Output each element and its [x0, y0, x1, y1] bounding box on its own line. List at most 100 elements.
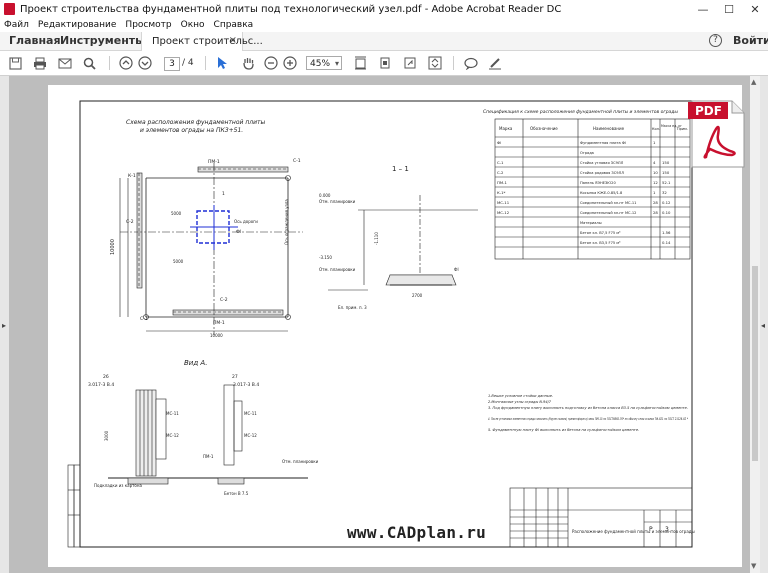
- vertical-scrollbar[interactable]: ▲ ▼: [750, 76, 760, 573]
- spec-cell: Материалы: [580, 221, 602, 225]
- left-panel-toggle[interactable]: ▸: [0, 76, 9, 573]
- window-title: Проект строительства фундаментной плиты …: [20, 3, 562, 15]
- label-pm1-view: ПМ-1: [203, 454, 214, 459]
- spec-header-mark: Марка: [499, 126, 513, 131]
- help-icon[interactable]: ?: [709, 34, 722, 47]
- menu-view[interactable]: Просмотр: [125, 20, 171, 30]
- pdf-file-icon: PDF: [688, 99, 746, 169]
- rotate-icon[interactable]: [402, 55, 418, 71]
- label-c2-bottom: С-2: [220, 297, 228, 303]
- spec-cell: Фl: [497, 140, 501, 145]
- next-page-icon[interactable]: [137, 55, 153, 71]
- label-ms12-left: МС-12: [166, 433, 179, 438]
- fit-width-icon[interactable]: [377, 55, 393, 71]
- stamp-sheet: 3: [665, 526, 669, 533]
- menu-file[interactable]: Файл: [4, 20, 29, 30]
- spec-cell: 4: [653, 160, 656, 165]
- label-podkladki: Подкладки из картона: [94, 483, 142, 488]
- section-title: 1 – 1: [392, 165, 409, 173]
- spec-cell: 0.14: [662, 240, 671, 245]
- tab-document[interactable]: Проект строительс... ×: [141, 32, 263, 51]
- note-line: 1.Вешке условное стойки данные.: [488, 393, 553, 398]
- tab-home[interactable]: Главная: [9, 34, 61, 47]
- stamp-stage: Р: [649, 526, 653, 533]
- zoom-out-icon[interactable]: [263, 55, 279, 71]
- label-ms11-right: МС-11: [244, 411, 257, 416]
- label-otm-plan-view: Отм. планировки: [282, 459, 319, 464]
- print-icon[interactable]: [32, 55, 48, 71]
- pdf-badge-label: PDF: [695, 104, 722, 118]
- dim-5000-b: 5000: [173, 259, 184, 264]
- label-c1-bottom: С-1: [140, 316, 148, 322]
- zoom-select[interactable]: 45% ▾: [306, 56, 342, 70]
- label-f1-plan: Фl: [236, 229, 241, 235]
- tab-tools[interactable]: Инструменты: [60, 34, 145, 47]
- toolbar: [0, 51, 768, 76]
- spec-cell: 12: [653, 180, 658, 185]
- engineering-drawing: Схема расположения фундаментной плиты и …: [67, 100, 695, 548]
- dim-3150: -1.110: [374, 232, 379, 245]
- scrollbar-thumb[interactable]: [752, 266, 758, 461]
- fit-page-icon[interactable]: [352, 55, 368, 71]
- menu-help[interactable]: Справка: [214, 20, 254, 30]
- acrobat-app-icon: [4, 3, 15, 15]
- comment-icon[interactable]: [463, 55, 479, 71]
- spec-cell: МС-12: [497, 210, 510, 215]
- right-panel-toggle[interactable]: ◂: [760, 76, 768, 573]
- page-total: / 4: [182, 58, 194, 68]
- search-icon[interactable]: [81, 55, 97, 71]
- label-c2-left: С-2: [126, 219, 134, 225]
- close-button[interactable]: ✕: [742, 0, 768, 18]
- spec-cell: С-1: [497, 160, 504, 165]
- read-mode-icon[interactable]: [427, 55, 443, 71]
- minimize-button[interactable]: —: [690, 0, 716, 18]
- ref-3017-right: 3.017-3 В.4: [233, 382, 259, 388]
- title-bar: Проект строительства фундаментной плиты …: [0, 0, 768, 18]
- spec-cell: Косынка КЖЕ-0.85/1.8: [580, 191, 623, 195]
- spec-cell: ПМ-1: [497, 180, 508, 185]
- label-otm-plan-2: Отм. планировки: [319, 267, 356, 272]
- scroll-up-icon[interactable]: ▲: [751, 78, 756, 86]
- window-controls: — ☐ ✕: [690, 0, 768, 18]
- label-ms12-right: МС-12: [244, 433, 257, 438]
- maximize-button[interactable]: ☐: [716, 0, 742, 18]
- highlight-pen-icon[interactable]: [487, 55, 503, 71]
- label-el-prim: Ел. прим. п. 3: [338, 305, 367, 310]
- chevron-right-icon: ▸: [2, 321, 7, 330]
- note-line: 4. После установки элементов ограды засы…: [488, 416, 688, 421]
- tab-document-label: Проект строительс...: [152, 36, 263, 47]
- spec-cell: К-1*: [497, 190, 505, 195]
- login-button[interactable]: Войти: [733, 34, 768, 47]
- note-line: 5. Фундаментную плиту Фl выполнить из бе…: [488, 427, 639, 432]
- zoom-in-icon[interactable]: [282, 55, 298, 71]
- menu-edit[interactable]: Редактирование: [38, 20, 117, 30]
- prev-page-icon[interactable]: [118, 55, 134, 71]
- save-icon[interactable]: [7, 55, 23, 71]
- label-axis-fence: Ось ограждения узла: [284, 199, 289, 245]
- spec-header-qty: Кол.: [652, 127, 660, 131]
- ref-3017-left: 3.017-3 В.4: [88, 382, 114, 388]
- spec-cell: 1: [653, 190, 656, 195]
- chevron-left-icon: ◂: [761, 321, 766, 330]
- spec-title: Спецификация к схеме расположения фундам…: [483, 109, 678, 115]
- email-icon[interactable]: [57, 55, 73, 71]
- label-ms11-left: МС-11: [166, 411, 179, 416]
- chevron-down-icon: ▾: [334, 59, 339, 68]
- spec-cell: Бетон кл. В7,5 F75 м³: [580, 231, 621, 235]
- tab-bar: Главная Инструменты Проект строительс...…: [0, 32, 768, 51]
- tab-close-icon[interactable]: ×: [229, 35, 237, 46]
- spec-cell: 150: [662, 170, 670, 175]
- page-number-input[interactable]: 3: [164, 57, 180, 71]
- note-line: 3. Под фундаментную плиту выполнить подг…: [488, 405, 688, 410]
- hand-tool-icon[interactable]: [240, 55, 256, 71]
- toolbar-divider: [205, 56, 206, 70]
- spec-cell: 28: [653, 210, 658, 215]
- label-one-top: 1: [222, 191, 225, 197]
- scroll-down-icon[interactable]: ▼: [751, 562, 756, 570]
- label-pm1-bottom: ПМ-1: [213, 320, 225, 326]
- spec-cell: Бетон кл. В3,5 F75 м³: [580, 241, 621, 245]
- view-a-title: Вид А.: [184, 359, 207, 367]
- select-cursor-icon[interactable]: [214, 55, 230, 71]
- plan-title: Схема расположения фундаментной плиты: [126, 119, 265, 126]
- menu-window[interactable]: Окно: [181, 20, 205, 30]
